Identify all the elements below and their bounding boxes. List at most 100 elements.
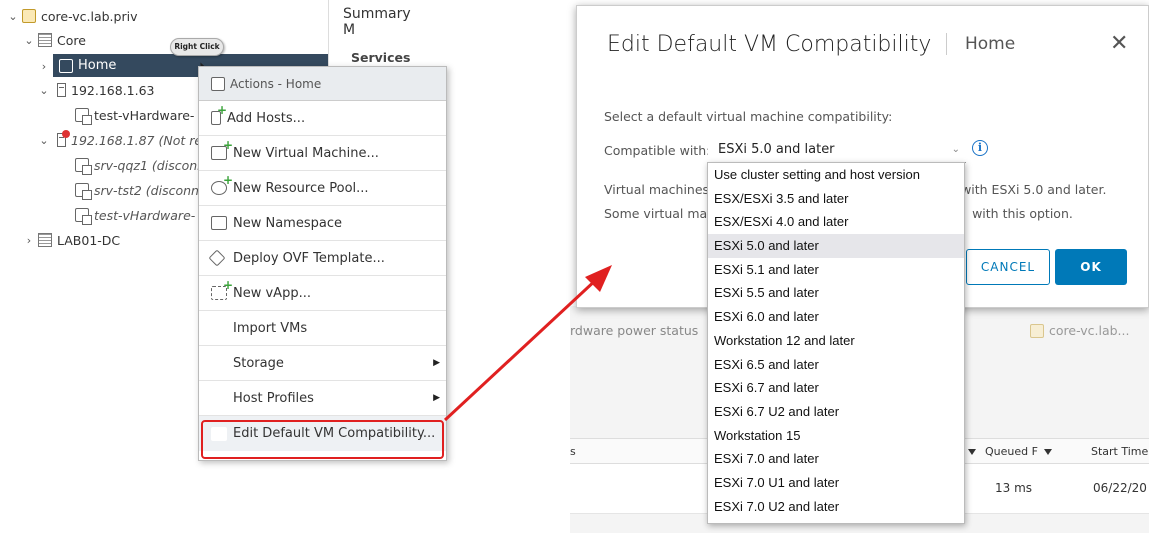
menu-item-label: New Virtual Machine... <box>233 145 379 161</box>
context-menu: Actions - Home Add Hosts... New Virtual … <box>198 66 447 461</box>
host-icon <box>57 83 66 97</box>
vm-icon <box>75 158 92 175</box>
tree-item-expander[interactable]: › <box>37 55 51 77</box>
background-power-status: rdware power status <box>570 323 699 338</box>
divider <box>946 33 947 55</box>
cell-queued: 13 ms <box>995 481 1033 495</box>
dropdown-option[interactable]: ESXi 5.1 and later <box>708 258 964 282</box>
dropdown-option[interactable]: Workstation 15 <box>708 424 964 448</box>
menu-item-storage[interactable]: Storage ▶ <box>199 346 446 381</box>
new-vm-icon <box>211 138 233 160</box>
menu-item-label: Deploy OVF Template... <box>233 250 385 266</box>
dropdown-option[interactable]: ESXi 7.0 U1 and later <box>708 471 964 495</box>
tree-label: test-vHardware- <box>94 207 196 223</box>
folder-icon <box>211 76 225 91</box>
ok-button[interactable]: OK <box>1055 249 1127 285</box>
tree-label: Home <box>78 58 117 73</box>
tree-item-vm[interactable]: srv-tst2 (disconn <box>73 179 199 201</box>
menu-item-label: Import VMs <box>233 320 308 336</box>
background-vc-link: core-vc.lab... <box>1028 323 1129 338</box>
chevron-down-icon[interactable]: ⌄ <box>22 34 36 47</box>
tree-item-datacenter-lab01[interactable]: › LAB01-DC <box>22 229 120 251</box>
vcenter-icon <box>1030 323 1044 338</box>
menu-item-label: New Resource Pool... <box>233 180 369 196</box>
select-value: ESXi 5.0 and later <box>718 142 835 157</box>
folder-icon <box>59 58 73 73</box>
submenu-arrow-icon: ▶ <box>433 393 440 403</box>
spacer <box>211 356 227 370</box>
dropdown-option-selected[interactable]: ESXi 5.0 and later <box>708 234 964 258</box>
tab-summary[interactable]: Summary <box>343 6 411 22</box>
dropdown-option[interactable]: ESXi 6.5 and later <box>708 353 964 377</box>
tree-item-vm[interactable]: test-vHardware- <box>73 204 195 226</box>
chevron-down-icon[interactable]: ⌄ <box>37 134 51 147</box>
vm-icon <box>75 208 92 225</box>
chevron-down-icon[interactable]: ⌄ <box>37 84 51 97</box>
menu-item-host-profiles[interactable]: Host Profiles ▶ <box>199 381 446 416</box>
tree-label: 192.168.1.63 <box>71 82 155 98</box>
tree-label: srv-qqz1 (disconn <box>94 157 206 173</box>
datacenter-icon <box>38 33 52 47</box>
compatible-with-label: Compatible with: <box>604 143 711 158</box>
menu-item-label: Add Hosts... <box>227 110 306 126</box>
dropdown-option[interactable]: ESXi 7.0 U2 and later <box>708 495 964 519</box>
dropdown-option[interactable]: ESXi 6.7 and later <box>708 376 964 400</box>
menu-item-label: New vApp... <box>233 285 311 301</box>
dropdown-option[interactable]: ESXi 5.5 and later <box>708 281 964 305</box>
column-header-start-time[interactable]: Start Time <box>1091 445 1148 458</box>
menu-item-add-hosts[interactable]: Add Hosts... <box>199 101 446 136</box>
namespace-icon <box>211 216 227 230</box>
menu-item-label: New Namespace <box>233 215 342 231</box>
vm-icon <box>75 108 92 125</box>
cancel-button[interactable]: CANCEL <box>966 249 1050 285</box>
vm-icon <box>75 183 92 200</box>
tab-monitor[interactable]: M <box>343 22 355 38</box>
menu-item-new-vapp[interactable]: New vApp... <box>199 276 446 311</box>
tree-label: srv-tst2 (disconn <box>94 182 199 198</box>
dropdown-option[interactable]: ESX/ESXi 4.0 and later <box>708 210 964 234</box>
chevron-down-icon[interactable]: ⌄ <box>6 10 20 23</box>
tree-item-vm[interactable]: srv-qqz1 (disconn <box>73 154 205 176</box>
chevron-right-icon[interactable]: › <box>22 234 36 247</box>
dialog-subtitle: Home <box>965 34 1016 54</box>
tree-label: core-vc.lab.priv <box>41 8 138 24</box>
info-icon[interactable]: i <box>972 140 988 156</box>
desc-end: with ESXi 5.0 and later. <box>961 182 1107 197</box>
tree-item-datacenter-core[interactable]: ⌄ Core <box>22 29 86 51</box>
datacenter-icon <box>38 233 52 247</box>
dropdown-option[interactable]: ESXi 7.0 and later <box>708 447 964 471</box>
tree-item-host2[interactable]: ⌄ 192.168.1.87 (Not re <box>37 129 202 151</box>
menu-item-label: Host Profiles <box>233 390 314 406</box>
spacer <box>211 321 227 335</box>
menu-item-new-vm[interactable]: New Virtual Machine... <box>199 136 446 171</box>
compatibility-dropdown-list: Use cluster setting and host version ESX… <box>707 162 965 524</box>
compatibility-select[interactable]: ESXi 5.0 and later ⌄ <box>708 137 966 163</box>
cell-start-time: 06/22/20 <box>1093 481 1147 495</box>
menu-item-new-namespace[interactable]: New Namespace <box>199 206 446 241</box>
add-hosts-icon <box>211 103 227 125</box>
menu-item-new-resource-pool[interactable]: New Resource Pool... <box>199 171 446 206</box>
dropdown-option[interactable]: Workstation 12 and later <box>708 329 964 353</box>
submenu-arrow-icon: ▶ <box>433 358 440 368</box>
tree-label: test-vHardware- <box>94 107 195 123</box>
tree-item-host1[interactable]: ⌄ 192.168.1.63 <box>37 79 155 101</box>
tree-label: Core <box>57 32 86 48</box>
dropdown-option[interactable]: Use cluster setting and host version <box>708 163 964 187</box>
close-icon[interactable]: ✕ <box>1110 33 1128 55</box>
vapp-icon <box>211 278 233 300</box>
column-header-queued[interactable]: Queued F <box>985 445 1052 458</box>
chevron-right-icon[interactable]: › <box>37 60 51 73</box>
context-menu-header: Actions - Home <box>199 67 446 101</box>
desc-start: Some virtual mac <box>604 206 715 221</box>
dropdown-option[interactable]: ESXi 6.7 U2 and later <box>708 400 964 424</box>
tree-item-vcenter[interactable]: ⌄ core-vc.lab.priv <box>6 5 137 27</box>
dropdown-option[interactable]: ESXi 6.0 and later <box>708 305 964 329</box>
tree-item-vm[interactable]: test-vHardware- <box>73 104 194 126</box>
column-header: s <box>570 445 576 458</box>
menu-item-deploy-ovf[interactable]: Deploy OVF Template... <box>199 241 446 276</box>
menu-item-import-vms[interactable]: Import VMs <box>199 311 446 346</box>
tree-label: 192.168.1.87 (Not re <box>71 132 203 148</box>
desc-start: Virtual machines <box>604 182 710 197</box>
dropdown-option[interactable]: ESX/ESXi 3.5 and later <box>708 187 964 211</box>
spacer <box>211 391 227 405</box>
